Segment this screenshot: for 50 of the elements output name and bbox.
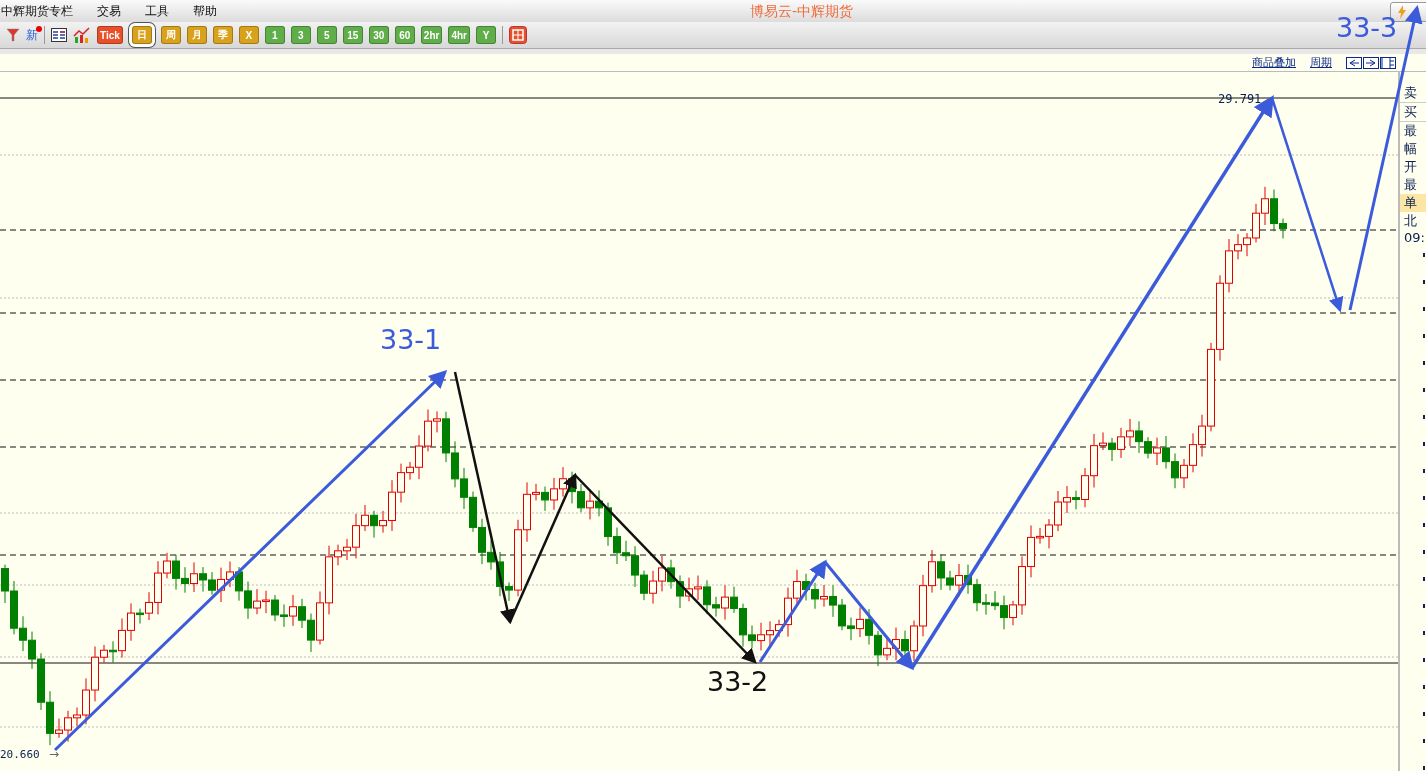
period-button[interactable]: 季	[212, 26, 233, 44]
chart-link[interactable]: 周期	[1310, 55, 1332, 70]
quote-label: 最	[1403, 122, 1418, 140]
quote-label: 最	[1403, 176, 1418, 194]
period-button[interactable]: 月	[186, 26, 207, 44]
arrow-button-icon[interactable]	[1346, 56, 1362, 69]
quote-label: 09:	[1403, 230, 1426, 245]
wave-label: 33-2	[707, 668, 769, 695]
quote-label: 买	[1400, 103, 1426, 122]
chart-link[interactable]: 商品叠加	[1252, 55, 1296, 70]
period-button[interactable]: 30	[368, 26, 389, 44]
menu-item[interactable]: 中辉期货专栏	[1, 2, 85, 20]
lightning-icon	[1397, 5, 1407, 19]
high-price-label: 29.791	[1218, 92, 1262, 106]
period-button[interactable]: 周	[160, 26, 181, 44]
quote-label: 北	[1403, 212, 1418, 230]
menu-item[interactable]: 帮助	[193, 2, 229, 20]
quote-label: 卖	[1400, 84, 1426, 103]
table-button[interactable]	[51, 25, 67, 45]
wave-label: 33-1	[380, 326, 442, 353]
bar-chart-icon	[73, 27, 91, 43]
period-button[interactable]: 15	[342, 26, 363, 44]
period-button[interactable]: 1	[264, 26, 285, 44]
period-button[interactable]: Tick	[97, 26, 123, 44]
quote-label: 幅	[1403, 140, 1418, 158]
low-price-arrow: →	[49, 747, 60, 761]
quote-label: 单	[1400, 194, 1426, 212]
draw-button[interactable]	[508, 25, 527, 45]
arrow-button-icon[interactable]	[1363, 56, 1379, 69]
period-button[interactable]: 4hr	[448, 26, 470, 44]
low-price-label: 20.660	[0, 748, 40, 761]
new-button[interactable]: 新	[26, 25, 38, 45]
period-button[interactable]: 60	[394, 26, 415, 44]
notification-dot-icon	[36, 26, 42, 32]
layout-icon[interactable]	[1380, 56, 1396, 69]
period-button[interactable]: Y	[475, 26, 496, 44]
filter-icon	[6, 28, 20, 42]
table-icon	[51, 28, 67, 42]
period-button[interactable]: 5	[316, 26, 337, 44]
wave-label: 33-3	[1336, 14, 1398, 41]
drawing-tool-icon	[508, 26, 527, 44]
quote-label: 开	[1403, 158, 1418, 176]
filter-button[interactable]	[6, 25, 20, 45]
window-title: 博易云-中辉期货	[750, 3, 854, 21]
period-button[interactable]: 2hr	[420, 26, 443, 44]
period-button[interactable]: 3	[290, 26, 311, 44]
period-button[interactable]: X	[238, 26, 259, 44]
chart-button[interactable]	[73, 25, 91, 45]
menu-item[interactable]: 工具	[145, 2, 181, 20]
menu-item[interactable]: 交易	[97, 2, 133, 20]
